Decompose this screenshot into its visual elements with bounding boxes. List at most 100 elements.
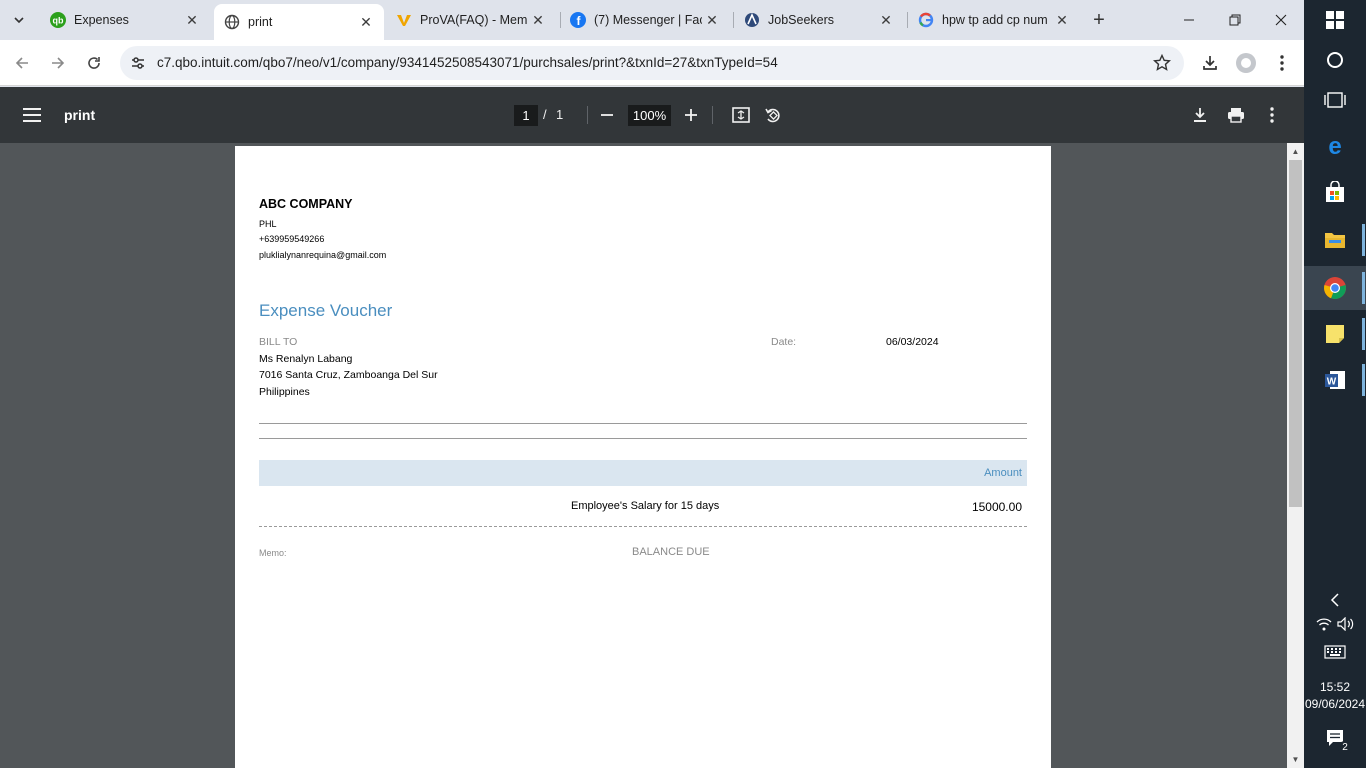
hamburger-menu-icon — [23, 108, 41, 122]
open-indicator — [1362, 272, 1365, 304]
pdf-more-button[interactable] — [1260, 103, 1284, 127]
taskbar-date[interactable]: 09/06/2024 — [1304, 697, 1366, 711]
close-tab-icon[interactable]: ✕ — [1052, 10, 1072, 30]
taskbar-time[interactable]: 15:52 — [1304, 680, 1366, 694]
pdf-print-button[interactable] — [1224, 103, 1248, 127]
sticky-notes-taskbar-icon[interactable] — [1319, 318, 1351, 350]
divider-line — [259, 438, 1027, 439]
minus-icon — [601, 114, 613, 116]
task-view-button[interactable] — [1319, 84, 1351, 116]
wifi-icon[interactable] — [1314, 614, 1334, 634]
address-bar[interactable]: c7.qbo.intuit.com/qbo7/neo/v1/company/93… — [120, 46, 1184, 80]
scroll-down-icon[interactable]: ▼ — [1287, 751, 1304, 768]
svg-text:W: W — [1327, 377, 1337, 388]
chevron-down-icon — [14, 17, 24, 24]
avatar-icon — [1236, 53, 1256, 73]
chevron-left-icon — [1330, 593, 1339, 607]
close-tab-icon[interactable]: ✕ — [702, 10, 722, 30]
amount-header: Amount — [984, 467, 1022, 479]
tab-expenses[interactable]: qb Expenses ✕ — [40, 0, 210, 40]
restore-button[interactable] — [1212, 0, 1258, 40]
scroll-up-icon[interactable]: ▲ — [1287, 143, 1304, 160]
bill-to-address: 7016 Santa Cruz, Zamboanga Del Sur — [259, 369, 438, 381]
scroll-thumb[interactable] — [1289, 160, 1302, 507]
company-phone: +639959549266 — [259, 234, 325, 244]
minimize-button[interactable] — [1166, 0, 1212, 40]
zoom-in-button[interactable] — [679, 103, 703, 127]
tab-search-button[interactable] — [6, 7, 32, 33]
volume-icon[interactable] — [1336, 614, 1356, 634]
pdf-menu-button[interactable] — [20, 103, 44, 127]
cortana-button[interactable] — [1319, 44, 1351, 76]
divider-line — [259, 423, 1027, 424]
tab-prova[interactable]: ProVA(FAQ) - Memb ✕ — [386, 0, 556, 40]
pdf-content-area[interactable]: ABC COMPANY PHL +639959549266 pluklialyn… — [0, 143, 1304, 768]
bookmark-star-icon[interactable] — [1152, 53, 1172, 73]
file-explorer-taskbar-icon[interactable] — [1319, 224, 1351, 256]
back-button[interactable] — [8, 49, 36, 77]
bill-to-label: BILL TO — [259, 336, 298, 348]
edge-taskbar-icon[interactable]: e — [1319, 130, 1351, 162]
date-value: 06/03/2024 — [886, 336, 939, 348]
more-vert-icon — [1280, 55, 1284, 71]
company-country: PHL — [259, 219, 277, 229]
close-window-button[interactable] — [1258, 0, 1304, 40]
page-number-input[interactable]: 1 — [514, 105, 538, 126]
arrow-left-icon — [15, 57, 28, 69]
tab-title: ProVA(FAQ) - Memb — [420, 13, 528, 27]
browser-menu-button[interactable] — [1268, 49, 1296, 77]
svg-text:qb: qb — [53, 16, 64, 26]
close-tab-icon[interactable]: ✕ — [528, 10, 548, 30]
tab-print[interactable]: print ✕ — [214, 4, 384, 40]
bill-to-country: Philippines — [259, 386, 310, 398]
zoom-level-input[interactable]: 100% — [628, 105, 671, 126]
toolbar-divider — [712, 106, 713, 124]
restore-icon — [1229, 14, 1241, 26]
tab-google-search[interactable]: hpw tp add cp num ✕ — [908, 0, 1080, 40]
line-item-amount: 15000.00 — [971, 500, 1022, 514]
store-taskbar-icon[interactable] — [1319, 176, 1351, 208]
tab-jobseekers[interactable]: JobSeekers ✕ — [734, 0, 904, 40]
document-title: Expense Voucher — [259, 301, 393, 320]
close-icon — [1275, 14, 1287, 26]
start-button[interactable] — [1319, 4, 1351, 36]
touch-keyboard-button[interactable] — [1319, 636, 1351, 668]
close-tab-icon[interactable]: ✕ — [182, 10, 202, 30]
pdf-download-button[interactable] — [1188, 103, 1212, 127]
chrome-taskbar-icon[interactable] — [1319, 272, 1351, 304]
arrow-right-icon — [52, 57, 65, 69]
table-header: Amount — [259, 460, 1027, 486]
prova-icon — [396, 12, 412, 28]
profile-button[interactable] — [1232, 49, 1260, 77]
svg-text:e: e — [1328, 134, 1341, 158]
close-tab-icon[interactable]: ✕ — [876, 10, 896, 30]
reload-button[interactable] — [80, 49, 108, 77]
plus-icon — [685, 109, 697, 121]
company-name: ABC COMPANY — [259, 197, 353, 211]
new-tab-button[interactable]: + — [1088, 9, 1110, 31]
jobseekers-icon — [744, 12, 760, 28]
dashed-divider — [259, 526, 1027, 527]
zoom-out-button[interactable] — [595, 103, 619, 127]
show-hidden-icons-button[interactable] — [1319, 584, 1351, 616]
bill-to-name: Ms Renalyn Labang — [259, 353, 353, 365]
word-taskbar-icon[interactable]: W — [1319, 364, 1351, 396]
tab-messenger[interactable]: f (7) Messenger | Fac ✕ — [560, 0, 730, 40]
task-view-icon — [1324, 92, 1346, 108]
rotate-button[interactable] — [761, 103, 785, 127]
pdf-page: ABC COMPANY PHL +639959549266 pluklialyn… — [235, 146, 1051, 768]
close-tab-icon[interactable]: ✕ — [356, 12, 376, 32]
print-icon — [1228, 108, 1244, 123]
tab-title: hpw tp add cp num — [942, 13, 1048, 27]
url-text[interactable]: c7.qbo.intuit.com/qbo7/neo/v1/company/93… — [157, 55, 778, 70]
fit-to-page-button[interactable] — [729, 103, 753, 127]
vertical-scrollbar[interactable]: ▲ ▼ — [1287, 143, 1304, 768]
windows-taskbar: e W 15:52 09/06/2024 2 — [1304, 0, 1366, 768]
site-info-icon[interactable] — [128, 53, 148, 73]
download-icon — [1203, 56, 1217, 70]
forward-button[interactable] — [44, 49, 72, 77]
downloads-button[interactable] — [1196, 49, 1224, 77]
tab-title: Expenses — [74, 13, 129, 27]
google-icon — [918, 12, 934, 28]
tab-title: (7) Messenger | Fac — [594, 13, 702, 27]
